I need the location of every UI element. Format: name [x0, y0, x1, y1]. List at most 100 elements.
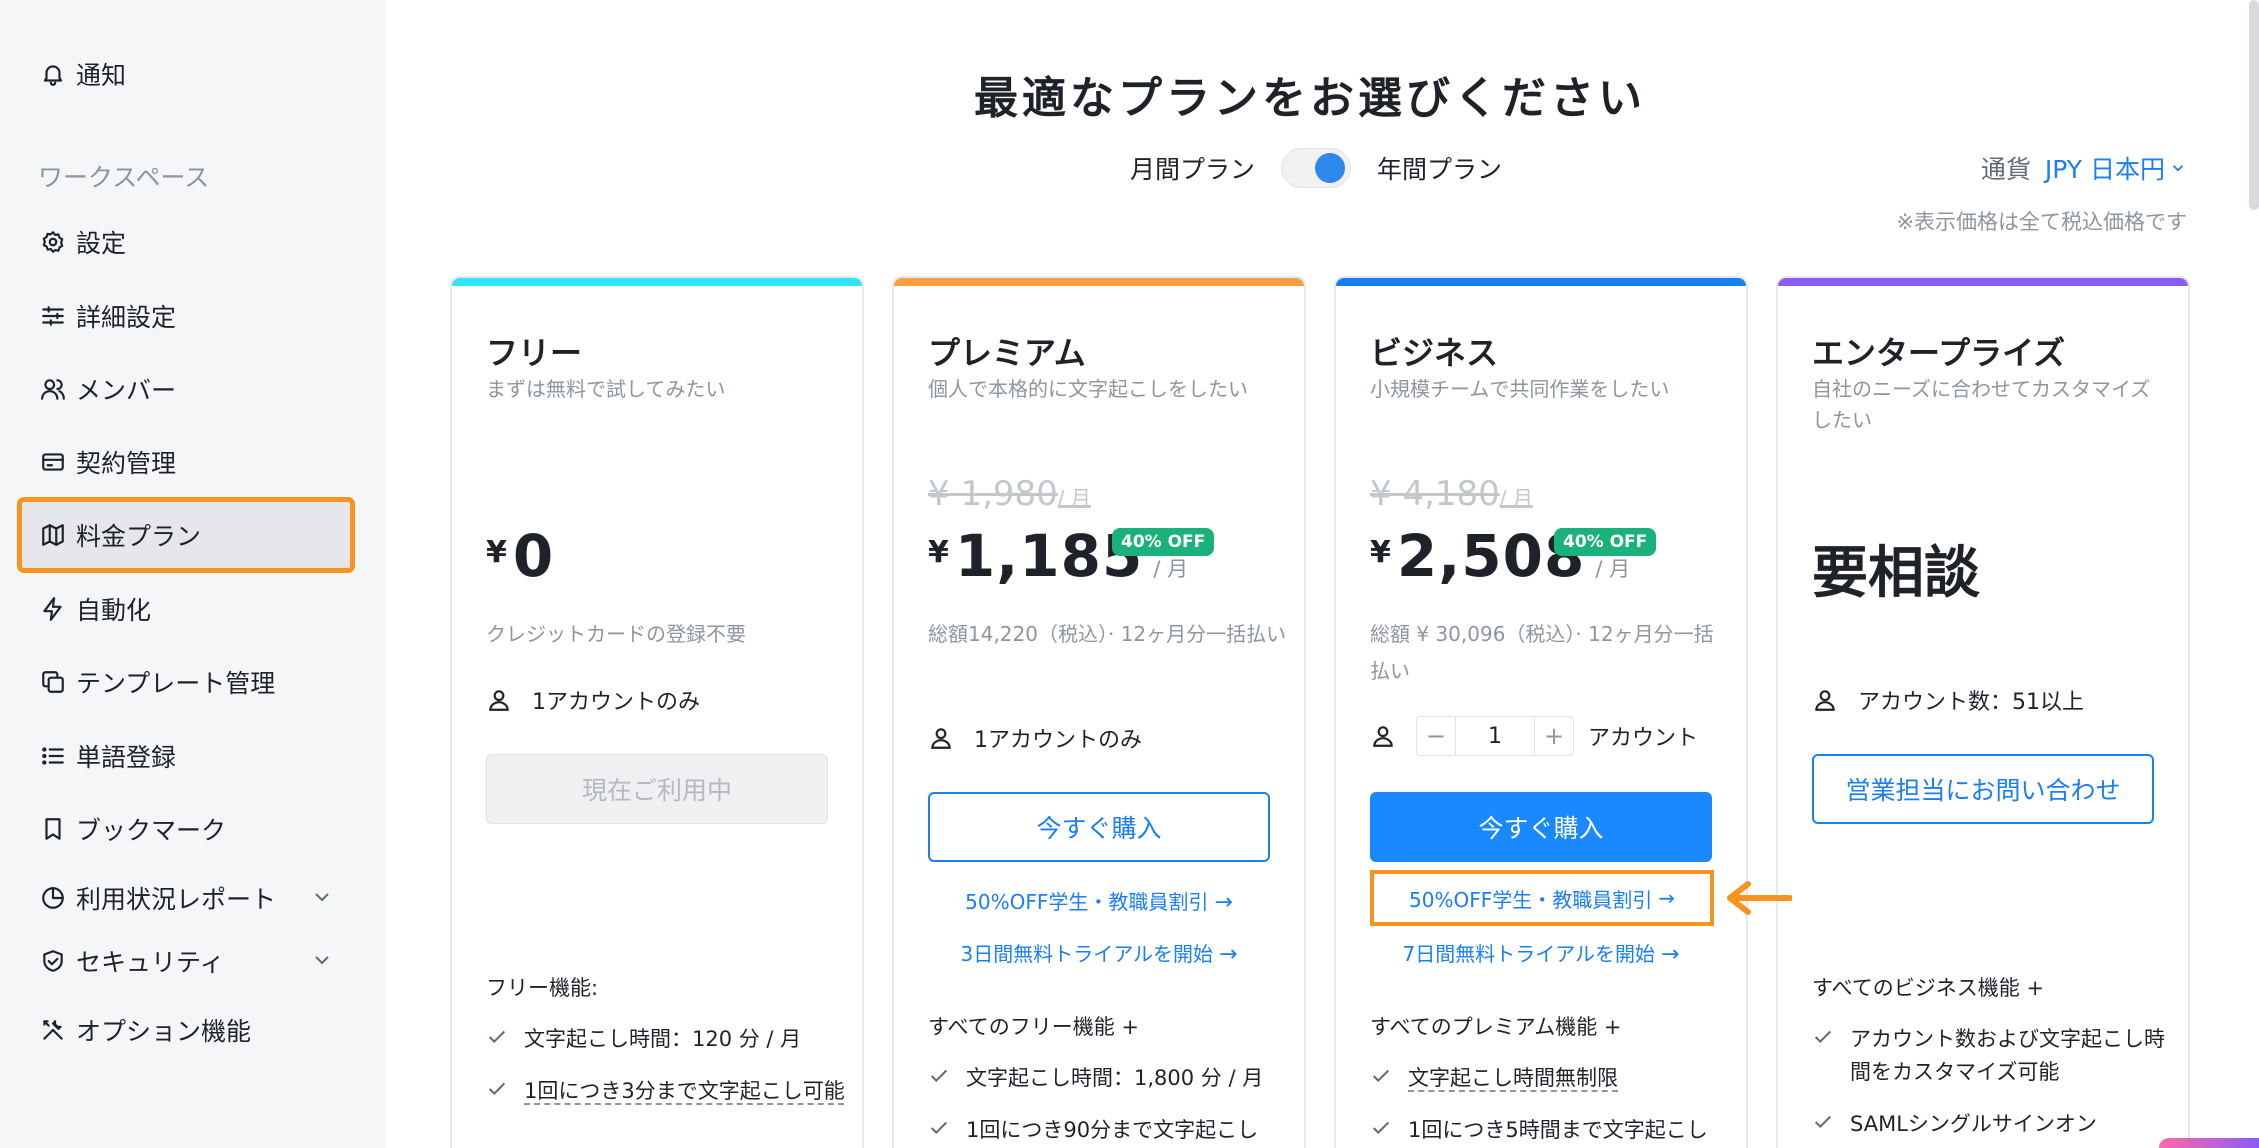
- shield-check-icon: [38, 946, 68, 976]
- plan-price: ¥ 0: [486, 522, 554, 590]
- billing-period-switch[interactable]: [1281, 148, 1352, 188]
- currency-symbol: ¥: [928, 535, 949, 570]
- sidebar-item-label: セキュリティ: [76, 948, 225, 977]
- sliders-icon: [38, 301, 68, 331]
- quantity-stepper: − 1 +: [1416, 716, 1574, 756]
- feature-item: 1回につき90分まで文字起こし: [928, 1114, 1288, 1148]
- feature-text: SAMLシングルサインオン: [1850, 1112, 2097, 1136]
- check-icon: [1370, 1114, 1408, 1148]
- plan-account-info: アカウント数：51以上: [1812, 684, 2084, 716]
- bell-icon: [38, 59, 68, 89]
- contact-sales-button[interactable]: 営業担当にお問い合わせ: [1812, 754, 2154, 824]
- sidebar-item-usage-report[interactable]: 利用状況レポート: [20, 863, 352, 933]
- currency-value[interactable]: JPY 日本円: [2045, 150, 2165, 186]
- sidebar-item-bookmarks[interactable]: ブックマーク: [20, 794, 352, 864]
- bookmark-icon: [38, 814, 68, 844]
- chevron-down-icon[interactable]: [310, 948, 334, 972]
- currency-symbol: ¥: [486, 535, 507, 570]
- plan-name: ビジネス: [1370, 334, 1499, 372]
- sidebar-item-contracts[interactable]: 契約管理: [20, 427, 352, 497]
- list-icon: [38, 741, 68, 771]
- currency-label: 通貨: [1980, 155, 2031, 184]
- account-text: 1アカウントのみ: [532, 690, 700, 715]
- buy-now-button[interactable]: 今すぐ購入: [1370, 792, 1712, 862]
- account-quantity: − 1 + アカウント: [1370, 716, 1698, 756]
- sidebar-item-options[interactable]: オプション機能: [20, 995, 352, 1065]
- sidebar-item-label: ブックマーク: [76, 816, 227, 845]
- current-plan-button[interactable]: 現在ご利用中: [486, 754, 828, 824]
- sidebar-item-dictionary[interactable]: 単語登録: [20, 721, 352, 791]
- feature-text: 文字起こし時間無制限: [1408, 1066, 1618, 1090]
- plan-name: フリー: [486, 334, 583, 372]
- sidebar-item-members[interactable]: メンバー: [20, 354, 352, 424]
- sidebar-item-settings[interactable]: 設定: [20, 207, 352, 277]
- sidebar-item-label: 自動化: [76, 596, 152, 625]
- decrement-button[interactable]: −: [1417, 717, 1455, 755]
- plan-name: エンタープライズ: [1812, 334, 2066, 372]
- original-price: ¥ 4,180/ 月: [1370, 474, 1533, 514]
- free-trial-link[interactable]: 3日間無料トライアルを開始 →: [894, 938, 1304, 967]
- check-icon: [486, 1023, 524, 1058]
- check-icon: [928, 1114, 966, 1148]
- monthly-plan-label[interactable]: 月間プラン: [1130, 150, 1255, 186]
- sidebar-item-label: 料金プラン: [76, 522, 202, 551]
- user-icon: [931, 728, 951, 749]
- workspace-section-label: ワークスペース: [38, 163, 210, 192]
- quantity-input[interactable]: 1: [1455, 717, 1535, 755]
- currency-selector[interactable]: 通貨 JPY 日本円: [1981, 150, 2187, 186]
- original-price-amount: ¥ 4,180: [1370, 474, 1500, 514]
- link-text: 3日間無料トライアルを開始: [960, 942, 1214, 966]
- feature-text: 1回につき5時間まで文字起こし: [1408, 1118, 1708, 1142]
- user-icon: [489, 690, 509, 711]
- users-icon: [38, 374, 68, 404]
- scrollbar[interactable]: [2249, 0, 2259, 210]
- arrow-right-icon: →: [1219, 942, 1238, 967]
- feature-text: 1回につき3分まで文字起こし可能: [524, 1079, 845, 1103]
- feature-item: 1回につき5時間まで文字起こし: [1370, 1114, 1730, 1148]
- feature-item: アカウント数および文字起こし時間をカスタマイズ可能: [1812, 1023, 2172, 1088]
- floating-widget[interactable]: [2159, 1138, 2259, 1148]
- sidebar-item-automation[interactable]: 自動化: [20, 574, 352, 644]
- original-price-unit: / 月: [1057, 486, 1091, 510]
- chevron-down-icon: [2172, 165, 2184, 172]
- plan-account-info: 1アカウントのみ: [928, 722, 1142, 754]
- buy-now-button[interactable]: 今すぐ購入: [928, 792, 1270, 862]
- free-trial-link[interactable]: 7日間無料トライアルを開始 →: [1336, 938, 1746, 967]
- bolt-icon: [38, 594, 68, 624]
- plan-note: 総額 ¥ 30,096（税込）· 12ヶ月分一括払い: [1370, 622, 1714, 683]
- increment-button[interactable]: +: [1535, 717, 1573, 755]
- billing-toggle: 月間プラン 年間プラン: [1130, 146, 1502, 190]
- student-discount-link[interactable]: 50%OFF学生・教職員割引 →: [894, 886, 1304, 915]
- currency-symbol: ¥: [1370, 535, 1391, 570]
- sidebar-item-templates[interactable]: テンプレート管理: [20, 647, 352, 717]
- toggle-knob: [1315, 153, 1346, 183]
- check-icon: [928, 1062, 966, 1097]
- page-title: 最適なプランをお選びください: [974, 73, 1646, 124]
- account-text: アカウント数：51以上: [1858, 690, 2084, 715]
- chevron-down-icon[interactable]: [310, 885, 334, 909]
- features-heading: すべてのフリー機能 +: [928, 1015, 1139, 1039]
- check-icon: [1812, 1023, 1850, 1088]
- plan-note: 総額14,220（税込）· 12ヶ月分一括払い: [928, 622, 1287, 646]
- sidebar-item-notifications[interactable]: 通知: [20, 39, 352, 109]
- plan-accent-bar: [894, 278, 1304, 286]
- copy-icon: [38, 667, 68, 697]
- price-unit: / 月: [1595, 557, 1631, 581]
- arrow-right-icon: →: [1214, 890, 1233, 915]
- arrow-right-icon: →: [1658, 886, 1675, 910]
- feature-item: 文字起こし時間：120 分 / 月: [486, 1023, 846, 1058]
- arrow-right-icon: →: [1661, 942, 1680, 967]
- sidebar-item-security[interactable]: セキュリティ: [20, 926, 352, 996]
- plan-card-business: ビジネス 小規模チームで共同作業をしたい ¥ 4,180/ 月 ¥ 2,508 …: [1334, 276, 1748, 1148]
- tools-icon: [38, 1015, 68, 1045]
- student-discount-link[interactable]: 50%OFF学生・教職員割引 →: [1370, 870, 1714, 926]
- sidebar-item-advanced-settings[interactable]: 詳細設定: [20, 281, 352, 351]
- price-amount: 0: [512, 522, 555, 590]
- features-heading: すべてのビジネス機能 +: [1812, 976, 2044, 1000]
- original-price: ¥ 1,980/ 月: [928, 474, 1091, 514]
- feature-text: 文字起こし時間：120 分 / 月: [524, 1027, 802, 1051]
- sidebar-item-label: 通知: [76, 61, 127, 90]
- yearly-plan-label[interactable]: 年間プラン: [1377, 150, 1502, 186]
- sidebar-item-pricing[interactable]: 料金プラン: [17, 497, 355, 573]
- discount-badge: 40% OFF: [1554, 528, 1657, 556]
